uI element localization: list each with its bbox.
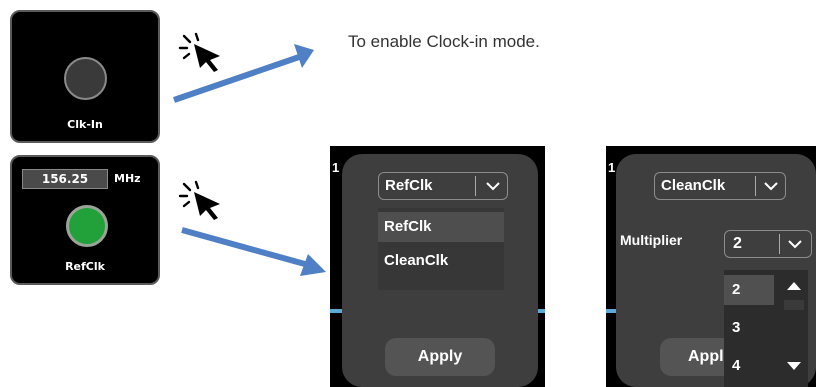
arrow-right-icon <box>181 227 326 276</box>
cleanclk-settings-panel: 1 CleanClk Multiplier 2 Appl 2 3 4 <box>606 146 816 387</box>
refclk-led-button[interactable] <box>66 205 108 247</box>
option-label: RefClk <box>384 218 432 235</box>
frequency-value: 156.25 <box>41 172 89 186</box>
multiplier-option-2[interactable]: 2 <box>724 275 774 305</box>
multiplier-label: Multiplier <box>620 232 683 248</box>
chevron-down-icon[interactable] <box>485 181 501 191</box>
list-scrollbar[interactable] <box>780 270 808 387</box>
option-label: 2 <box>732 281 741 298</box>
apply-button[interactable]: Apply <box>385 338 495 376</box>
chevron-down-icon[interactable] <box>787 239 803 249</box>
dropdown-divider <box>755 176 756 196</box>
scroll-down-icon[interactable] <box>787 362 801 370</box>
settings-card: CleanClk Multiplier 2 Appl 2 3 4 <box>616 154 816 387</box>
clock-source-value: RefClk <box>385 177 433 194</box>
clock-in-tile[interactable]: Clk-In <box>10 10 160 143</box>
multiplier-value: 2 <box>733 235 742 252</box>
refclk-dropdown-panel: 1 RefClk RefClk CleanClk Apply <box>330 146 545 387</box>
clock-source-select[interactable]: RefClk <box>378 172 508 200</box>
dropdown-option-cleanclk[interactable]: CleanClk <box>378 246 504 276</box>
option-label: 3 <box>732 319 741 336</box>
clock-source-select[interactable]: CleanClk <box>654 172 786 200</box>
chevron-down-icon[interactable] <box>763 181 779 191</box>
option-label: 4 <box>732 357 741 374</box>
arrow-right-icon <box>173 44 314 103</box>
multiplier-dropdown-list: 2 3 4 <box>724 270 808 387</box>
dropdown-divider <box>475 176 476 196</box>
settings-card: RefClk RefClk CleanClk Apply <box>342 154 538 387</box>
frequency-readout: 156.25 <box>22 169 108 189</box>
clock-source-value: CleanClk <box>661 177 726 194</box>
refclk-label: RefClk <box>65 260 105 273</box>
clock-in-led-button[interactable] <box>64 57 107 100</box>
frequency-unit: MHz <box>114 172 141 185</box>
click-cursor-icon <box>178 180 220 220</box>
dropdown-option-refclk[interactable]: RefClk <box>378 212 504 242</box>
option-label: CleanClk <box>384 252 449 269</box>
multiplier-option-3[interactable]: 3 <box>724 313 774 343</box>
clock-in-instruction: To enable Clock-in mode. <box>348 32 540 51</box>
edge-digit: 1 <box>608 160 616 175</box>
edge-digit: 1 <box>332 160 340 175</box>
multiplier-select[interactable]: 2 <box>724 230 812 258</box>
scroll-up-icon[interactable] <box>787 282 801 290</box>
clock-in-label: Clk-In <box>67 118 103 131</box>
refclk-tile[interactable]: 156.25 MHz RefClk <box>10 155 160 285</box>
dropdown-list: RefClk CleanClk <box>378 208 504 290</box>
scrollbar-thumb[interactable] <box>784 300 804 310</box>
dropdown-divider <box>779 234 780 254</box>
multiplier-option-4[interactable]: 4 <box>724 351 774 381</box>
